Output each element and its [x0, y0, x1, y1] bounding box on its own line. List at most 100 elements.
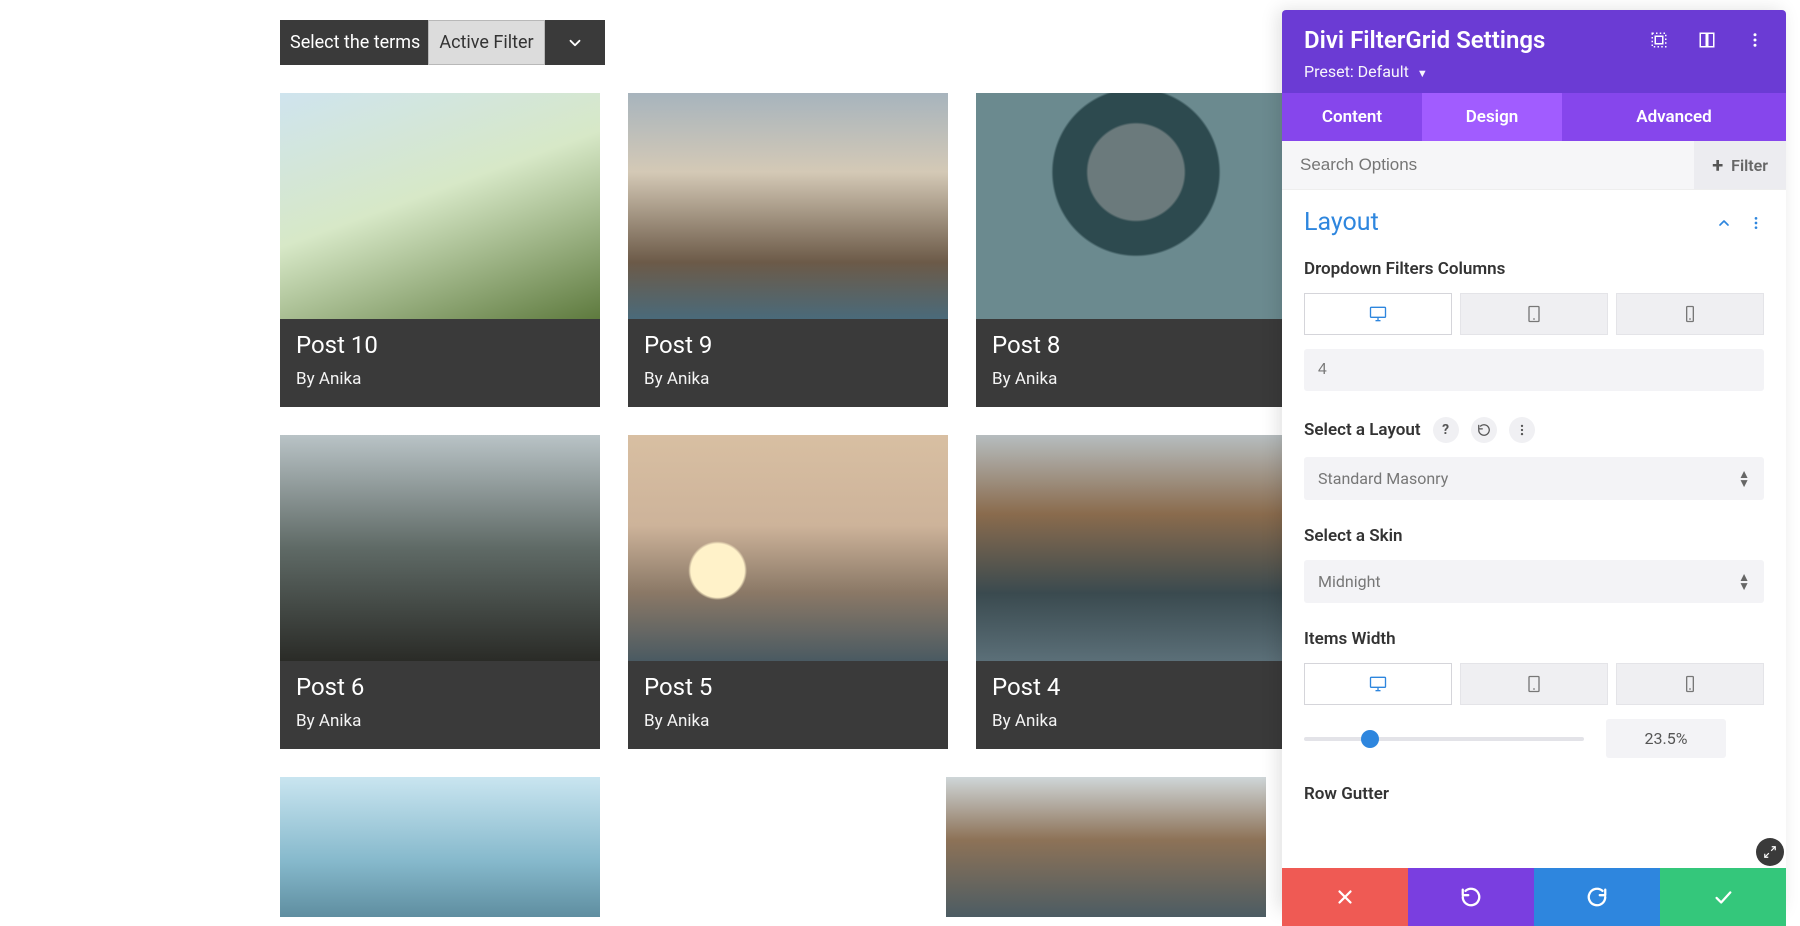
chevron-down-icon [566, 34, 584, 52]
search-row: + Filter [1282, 141, 1786, 190]
section-toggle-layout[interactable]: Layout [1304, 208, 1764, 237]
phone-icon [1680, 304, 1700, 324]
items-width-slider: 23.5% [1304, 719, 1764, 758]
slider-thumb[interactable] [1361, 730, 1379, 748]
panel-tabs: Content Design Advanced [1282, 93, 1786, 141]
desktop-icon [1368, 304, 1388, 324]
post-thumbnail [946, 777, 1266, 917]
filter-button-label: Filter [1731, 156, 1768, 175]
device-phone[interactable] [1616, 293, 1764, 335]
options-icon[interactable] [1509, 417, 1535, 443]
post-title: Post 9 [644, 331, 932, 359]
caret-down-icon: ▼ [1417, 67, 1428, 80]
tablet-icon [1524, 674, 1544, 694]
post-thumbnail [280, 435, 600, 661]
post-card[interactable]: Post 6 By Anika [280, 435, 600, 749]
slider-value[interactable]: 23.5% [1606, 719, 1726, 758]
device-tabs-columns [1304, 293, 1764, 335]
terms-dropdown-toggle[interactable] [545, 20, 605, 65]
post-author: By Anika [296, 369, 584, 389]
post-title: Post 10 [296, 331, 584, 359]
snap-icon[interactable] [1698, 31, 1716, 49]
post-author: By Anika [992, 711, 1280, 731]
undo-icon [1460, 886, 1482, 908]
post-author: By Anika [644, 711, 932, 731]
posts-grid: Post 10 By Anika Post 9 By Anika Post 8 … [280, 93, 1340, 917]
resize-handle[interactable] [1756, 838, 1784, 866]
post-card[interactable]: Post 10 By Anika [280, 93, 600, 407]
kebab-icon[interactable] [1748, 215, 1764, 231]
filter-button[interactable]: + Filter [1694, 141, 1786, 189]
post-thumbnail [628, 435, 948, 661]
post-thumbnail [628, 93, 948, 319]
cancel-button[interactable] [1282, 868, 1408, 926]
tab-advanced[interactable]: Advanced [1562, 93, 1786, 141]
device-tabs-width [1304, 663, 1764, 705]
post-title: Post 4 [992, 673, 1280, 701]
save-button[interactable] [1660, 868, 1786, 926]
skin-select[interactable]: Midnight ▲▼ [1304, 560, 1764, 603]
post-card[interactable]: Post 5 By Anika [628, 435, 948, 749]
main-content: Select the terms Active Filter Post 10 B… [280, 20, 1340, 917]
device-tablet[interactable] [1460, 293, 1608, 335]
post-card[interactable]: Post 4 By Anika [976, 435, 1296, 749]
terms-dropdown-value: Active Filter [439, 32, 533, 53]
panel-title: Divi FilterGrid Settings [1304, 26, 1545, 54]
device-desktop[interactable] [1304, 663, 1452, 705]
label-select-layout: Select a Layout ? [1304, 417, 1764, 443]
label-select-layout-text: Select a Layout [1304, 420, 1421, 440]
expand-icon[interactable] [1650, 31, 1668, 49]
skin-select-value: Midnight [1318, 572, 1381, 591]
tablet-icon [1524, 304, 1544, 324]
post-thumbnail [280, 777, 600, 917]
terms-dropdown[interactable]: Active Filter [428, 20, 544, 65]
panel-header: Divi FilterGrid Settings Preset: Default… [1282, 10, 1786, 93]
help-icon[interactable]: ? [1433, 417, 1459, 443]
tab-design[interactable]: Design [1422, 93, 1562, 141]
post-card[interactable]: Post 8 By Anika [976, 93, 1296, 407]
select-updown-icon: ▲▼ [1738, 470, 1750, 487]
layout-select-value: Standard Masonry [1318, 469, 1448, 488]
label-items-width: Items Width [1304, 629, 1764, 649]
search-input[interactable] [1282, 141, 1694, 189]
undo-button[interactable] [1408, 868, 1534, 926]
post-thumbnail [976, 435, 1296, 661]
label-dropdown-filters-columns: Dropdown Filters Columns [1304, 259, 1764, 279]
close-icon [1334, 886, 1356, 908]
post-card[interactable]: Post 9 By Anika [628, 93, 948, 407]
section-name: Layout [1304, 208, 1379, 237]
preset-value: Default [1358, 62, 1409, 81]
post-card[interactable] [946, 777, 1266, 917]
reset-icon[interactable] [1471, 417, 1497, 443]
post-thumbnail [976, 93, 1296, 319]
settings-panel: Divi FilterGrid Settings Preset: Default… [1282, 10, 1786, 910]
device-tablet[interactable] [1460, 663, 1608, 705]
phone-icon [1680, 674, 1700, 694]
post-author: By Anika [296, 711, 584, 731]
post-title: Post 5 [644, 673, 932, 701]
columns-input[interactable] [1304, 349, 1764, 391]
preset-label: Preset: [1304, 62, 1354, 81]
post-card[interactable] [280, 777, 600, 917]
post-author: By Anika [644, 369, 932, 389]
chevron-up-icon [1716, 215, 1732, 231]
slider-track[interactable] [1304, 737, 1584, 741]
post-author: By Anika [992, 369, 1280, 389]
select-updown-icon: ▲▼ [1738, 573, 1750, 590]
label-row-gutter: Row Gutter [1304, 784, 1764, 804]
plus-icon: + [1712, 155, 1723, 175]
post-title: Post 8 [992, 331, 1280, 359]
device-phone[interactable] [1616, 663, 1764, 705]
preset-selector[interactable]: Preset: Default ▼ [1304, 62, 1764, 81]
label-select-skin: Select a Skin [1304, 526, 1764, 546]
resize-icon [1763, 845, 1777, 859]
tab-content[interactable]: Content [1282, 93, 1422, 141]
filter-bar-label: Select the terms [280, 20, 428, 65]
panel-actions [1282, 868, 1786, 926]
redo-button[interactable] [1534, 868, 1660, 926]
layout-select[interactable]: Standard Masonry ▲▼ [1304, 457, 1764, 500]
more-icon[interactable] [1746, 31, 1764, 49]
panel-body[interactable]: Layout Dropdown Filters Columns Select a… [1282, 190, 1786, 910]
check-icon [1712, 886, 1734, 908]
device-desktop[interactable] [1304, 293, 1452, 335]
